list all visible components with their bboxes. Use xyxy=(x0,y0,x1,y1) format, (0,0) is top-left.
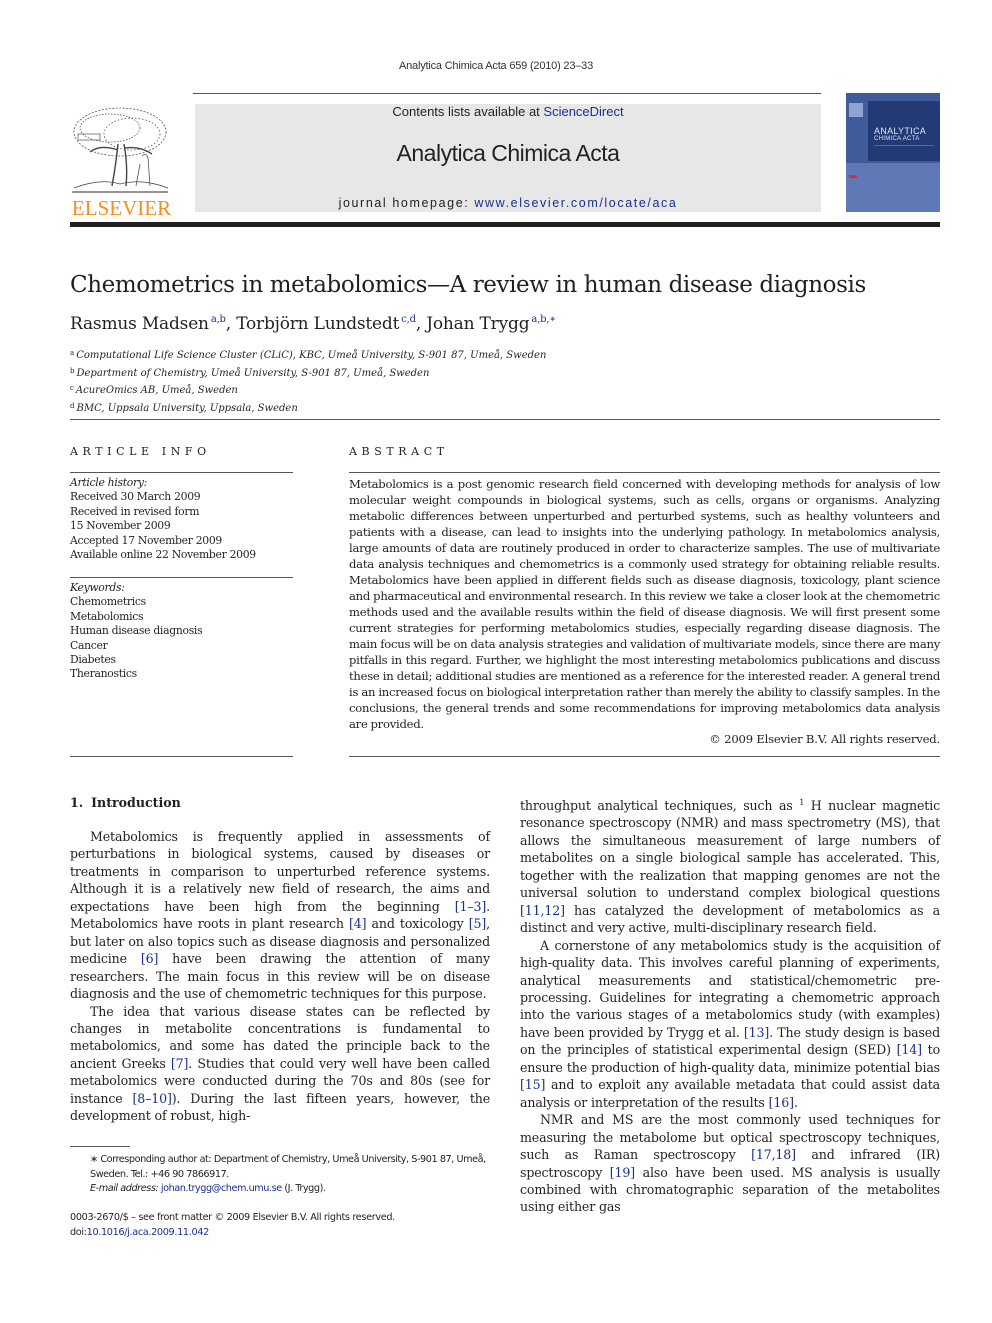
footnote-mark: ∗ xyxy=(90,1154,98,1165)
citation-link[interactable]: [6] xyxy=(141,951,159,966)
affiliation: b Department of Chemistry, Umeå Universit… xyxy=(70,366,430,379)
header-rule xyxy=(193,93,821,94)
keyword: Human disease diagnosis xyxy=(70,624,203,638)
cover-image-area xyxy=(846,163,940,212)
keywords-label: Keywords: xyxy=(70,581,125,594)
section-heading-introduction: 1. Introduction xyxy=(70,795,181,810)
citation-link[interactable]: [8–10] xyxy=(133,1091,172,1106)
isotope-superscript: 1 xyxy=(799,798,805,807)
journal-banner: Contents lists available at ScienceDirec… xyxy=(195,104,821,212)
cover-title-line1: ANALYTICA xyxy=(874,126,927,136)
paragraph: NMR and MS are the most commonly used te… xyxy=(520,1112,941,1215)
history-item: Accepted 17 November 2009 xyxy=(70,533,222,547)
elsevier-logo[interactable]: ELSEVIER xyxy=(70,104,173,219)
divider xyxy=(349,472,940,473)
article-info-heading: ARTICLE INFO xyxy=(70,445,211,458)
running-head: Analytica Chimica Acta 659 (2010) 23–33 xyxy=(399,60,593,72)
paragraph: Metabolomics is frequently applied in as… xyxy=(70,829,490,1002)
sciencedirect-link[interactable]: ScienceDirect xyxy=(543,104,623,119)
paragraph: The idea that various disease states can… xyxy=(70,1003,490,1124)
issn-line: 0003-2670/$ – see front matter © 2009 El… xyxy=(70,1212,395,1223)
corresponding-author-footnote: ∗ Corresponding author at: Department of… xyxy=(70,1153,490,1197)
citation-link[interactable]: [16] xyxy=(769,1095,794,1110)
history-item: Received 30 March 2009 xyxy=(70,490,201,504)
cover-logo xyxy=(849,103,863,117)
divider xyxy=(70,472,293,473)
journal-title: Analytica Chimica Acta xyxy=(396,140,620,166)
article-history: Article history: Received 30 March 2009 … xyxy=(70,476,295,562)
divider xyxy=(349,756,940,757)
body-column-left: Metabolomics is frequently applied in as… xyxy=(70,828,490,1125)
journal-cover-thumbnail[interactable]: ANALYTICA CHIMICA ACTA xyxy=(846,93,940,212)
author-affiliation-marks[interactable]: c,d xyxy=(401,314,416,325)
cover-title-line2: CHIMICA ACTA xyxy=(874,136,920,142)
author[interactable]: Rasmus Madsen a,b xyxy=(70,314,226,334)
citation-link[interactable]: [7] xyxy=(171,1056,189,1071)
divider xyxy=(70,577,293,578)
email-link[interactable]: johan.trygg@chem.umu.se xyxy=(161,1183,282,1194)
affiliation: d BMC, Uppsala University, Uppsala, Swede… xyxy=(70,401,298,414)
divider xyxy=(70,756,293,757)
history-item: Received in revised form xyxy=(70,504,200,518)
abstract-text: Metabolomics is a post genomic research … xyxy=(349,477,940,731)
keyword: Theranostics xyxy=(70,667,137,681)
paragraph: A cornerstone of any metabolomics study … xyxy=(520,937,940,1110)
journal-homepage: journal homepage: www.elsevier.com/locat… xyxy=(338,196,678,210)
citation-link[interactable]: [14] xyxy=(897,1042,922,1057)
abstract-heading: ABSTRACT xyxy=(349,445,449,458)
citation-link[interactable]: [13] xyxy=(744,1025,769,1040)
doi-link[interactable]: 10.1016/j.aca.2009.11.042 xyxy=(87,1227,210,1238)
footnote-rule xyxy=(70,1146,130,1147)
paragraph: throughput analytical techniques, such a… xyxy=(520,798,940,936)
keyword: Diabetes xyxy=(70,653,116,667)
body-column-right: throughput analytical techniques, such a… xyxy=(520,794,940,1216)
history-item: 15 November 2009 xyxy=(70,519,171,533)
elsevier-tree-icon xyxy=(72,107,169,193)
article-history-label: Article history: xyxy=(70,476,147,489)
history-item: Available online 22 November 2009 xyxy=(70,548,256,562)
affiliation: a Computational Life Science Cluster (CLi… xyxy=(70,349,547,361)
cover-accent-line xyxy=(874,145,934,146)
citation-link[interactable]: [17,18] xyxy=(751,1147,796,1162)
doi-line: doi:10.1016/j.aca.2009.11.042 xyxy=(70,1226,210,1238)
homepage-link[interactable]: www.elsevier.com/locate/aca xyxy=(474,196,677,210)
contents-line: Contents lists available at ScienceDirec… xyxy=(392,104,624,119)
citation-link[interactable]: [19] xyxy=(610,1165,635,1180)
article-title: Chemometrics in metabolomics—A review in… xyxy=(70,272,866,298)
elsevier-wordmark: ELSEVIER xyxy=(71,196,172,220)
citation-link[interactable]: [4] xyxy=(349,916,367,931)
citation-link[interactable]: [1–3] xyxy=(455,899,487,914)
header-thick-rule xyxy=(70,222,940,227)
cover-red-tag xyxy=(849,175,857,178)
affiliations: a Computational Life Science Cluster (CLi… xyxy=(70,346,546,416)
keywords: Keywords: Chemometrics Metabolomics Huma… xyxy=(70,581,295,682)
citation-link[interactable]: [11,12] xyxy=(520,903,565,918)
citation-link[interactable]: [5] xyxy=(469,916,487,931)
affiliation: c AcureOmics AB, Umeå, Sweden xyxy=(70,384,238,396)
author-list: Rasmus Madsen a,b, Torbjörn Lundstedt c,d,… xyxy=(70,314,556,334)
section-title: Introduction xyxy=(91,795,181,810)
keyword: Cancer xyxy=(70,638,108,652)
email-line: E-mail address: johan.trygg@chem.umu.se … xyxy=(90,1183,326,1194)
author[interactable]: Johan Trygg a,b,∗ xyxy=(426,314,556,334)
author[interactable]: Torbjörn Lundstedt c,d xyxy=(236,314,416,334)
author-affiliation-marks[interactable]: a,b xyxy=(211,314,226,325)
section-number: 1. xyxy=(70,795,84,810)
issn-doi-block: 0003-2670/$ – see front matter © 2009 El… xyxy=(70,1211,395,1240)
citation-link[interactable]: [15] xyxy=(520,1077,545,1092)
author-affiliation-marks[interactable]: a,b,∗ xyxy=(531,314,556,325)
keyword: Metabolomics xyxy=(70,609,144,623)
abstract-copyright: © 2009 Elsevier B.V. All rights reserved… xyxy=(709,732,940,746)
divider xyxy=(70,419,940,420)
keyword: Chemometrics xyxy=(70,595,146,609)
